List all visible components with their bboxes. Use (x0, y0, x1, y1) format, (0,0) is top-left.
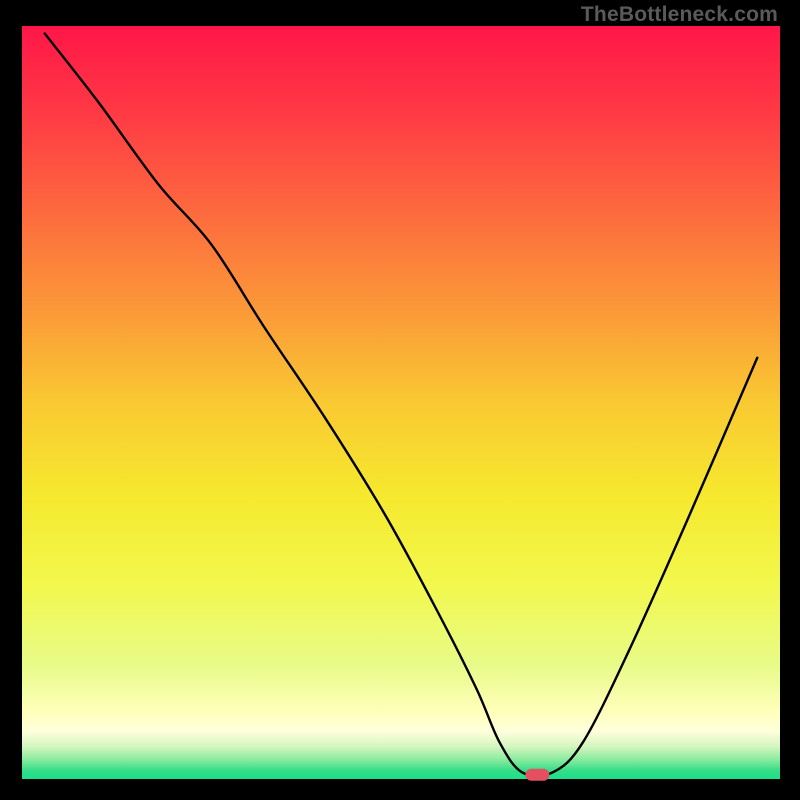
chart-frame: TheBottleneck.com (0, 0, 800, 800)
watermark-text: TheBottleneck.com (581, 3, 778, 27)
plot-background (22, 26, 780, 780)
optimal-point-marker (525, 769, 549, 781)
bottleneck-chart (0, 0, 800, 800)
